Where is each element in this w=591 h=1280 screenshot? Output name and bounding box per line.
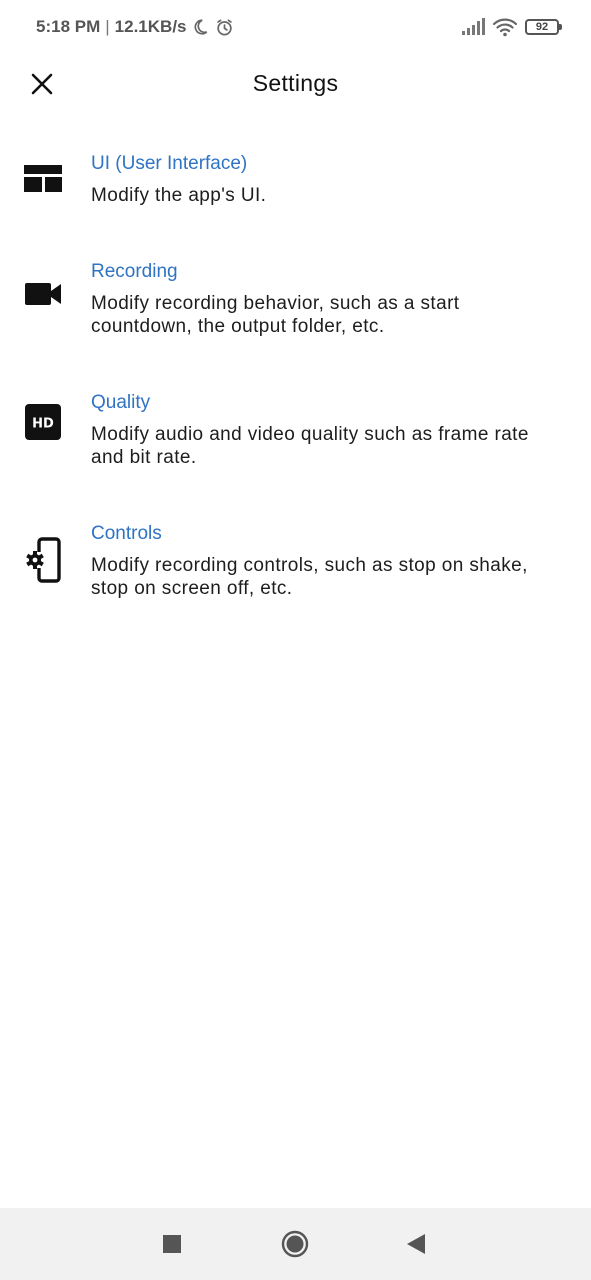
setting-item-controls[interactable]: Controls Modify recording controls, such…	[0, 510, 591, 641]
setting-item-ui[interactable]: UI (User Interface) Modify the app's UI.	[0, 140, 591, 248]
settings-list: UI (User Interface) Modify the app's UI.…	[0, 140, 591, 641]
alarm-icon	[216, 19, 232, 35]
wifi-icon	[493, 18, 517, 37]
status-right: 92	[461, 15, 562, 39]
setting-item-text: Quality Modify audio and video quality s…	[91, 391, 565, 469]
recents-icon	[163, 1235, 181, 1253]
setting-item-quality[interactable]: HD Quality Modify audio and video qualit…	[0, 379, 591, 510]
status-time: 5:18 PM	[36, 17, 101, 36]
home-button[interactable]	[277, 1226, 313, 1262]
status-left: 5:18 PM | 12.1KB/s	[36, 15, 234, 39]
battery-icon: 92	[525, 19, 562, 35]
status-bar: 5:18 PM | 12.1KB/s 92	[0, 0, 591, 52]
setting-item-text: UI (User Interface) Modify the app's UI.	[91, 152, 565, 207]
setting-title: Quality	[91, 392, 151, 413]
setting-description: Modify recording controls, such as stop …	[91, 555, 528, 599]
setting-item-text: Recording Modify recording behavior, suc…	[91, 260, 565, 338]
page-title: Settings	[252, 70, 339, 96]
svg-text:HD: HD	[32, 417, 54, 432]
setting-title: Recording	[91, 261, 178, 282]
layout-icon	[22, 158, 64, 200]
setting-title: Controls	[91, 523, 162, 544]
moon-icon	[194, 19, 207, 35]
setting-title: UI (User Interface)	[91, 153, 248, 174]
home-icon	[281, 1230, 309, 1258]
setting-description: Modify audio and video quality such as f…	[91, 424, 529, 468]
navigation-bar	[0, 1208, 591, 1280]
hd-icon: HD	[22, 401, 64, 443]
setting-item-recording[interactable]: Recording Modify recording behavior, suc…	[0, 248, 591, 379]
status-net-speed: 12.1KB/s	[114, 17, 187, 36]
status-separator: |	[105, 17, 110, 36]
phone-settings-icon	[22, 537, 64, 583]
back-button[interactable]	[398, 1226, 434, 1262]
setting-description: Modify recording behavior, such as a sta…	[91, 293, 460, 337]
signal-icon	[462, 18, 485, 35]
setting-item-text: Controls Modify recording controls, such…	[91, 522, 565, 600]
back-icon	[407, 1234, 425, 1254]
battery-level: 92	[535, 21, 549, 33]
app-bar: Settings	[0, 52, 591, 116]
setting-description: Modify the app's UI.	[91, 185, 267, 206]
videocam-icon	[22, 273, 64, 315]
recents-button[interactable]	[154, 1226, 190, 1262]
